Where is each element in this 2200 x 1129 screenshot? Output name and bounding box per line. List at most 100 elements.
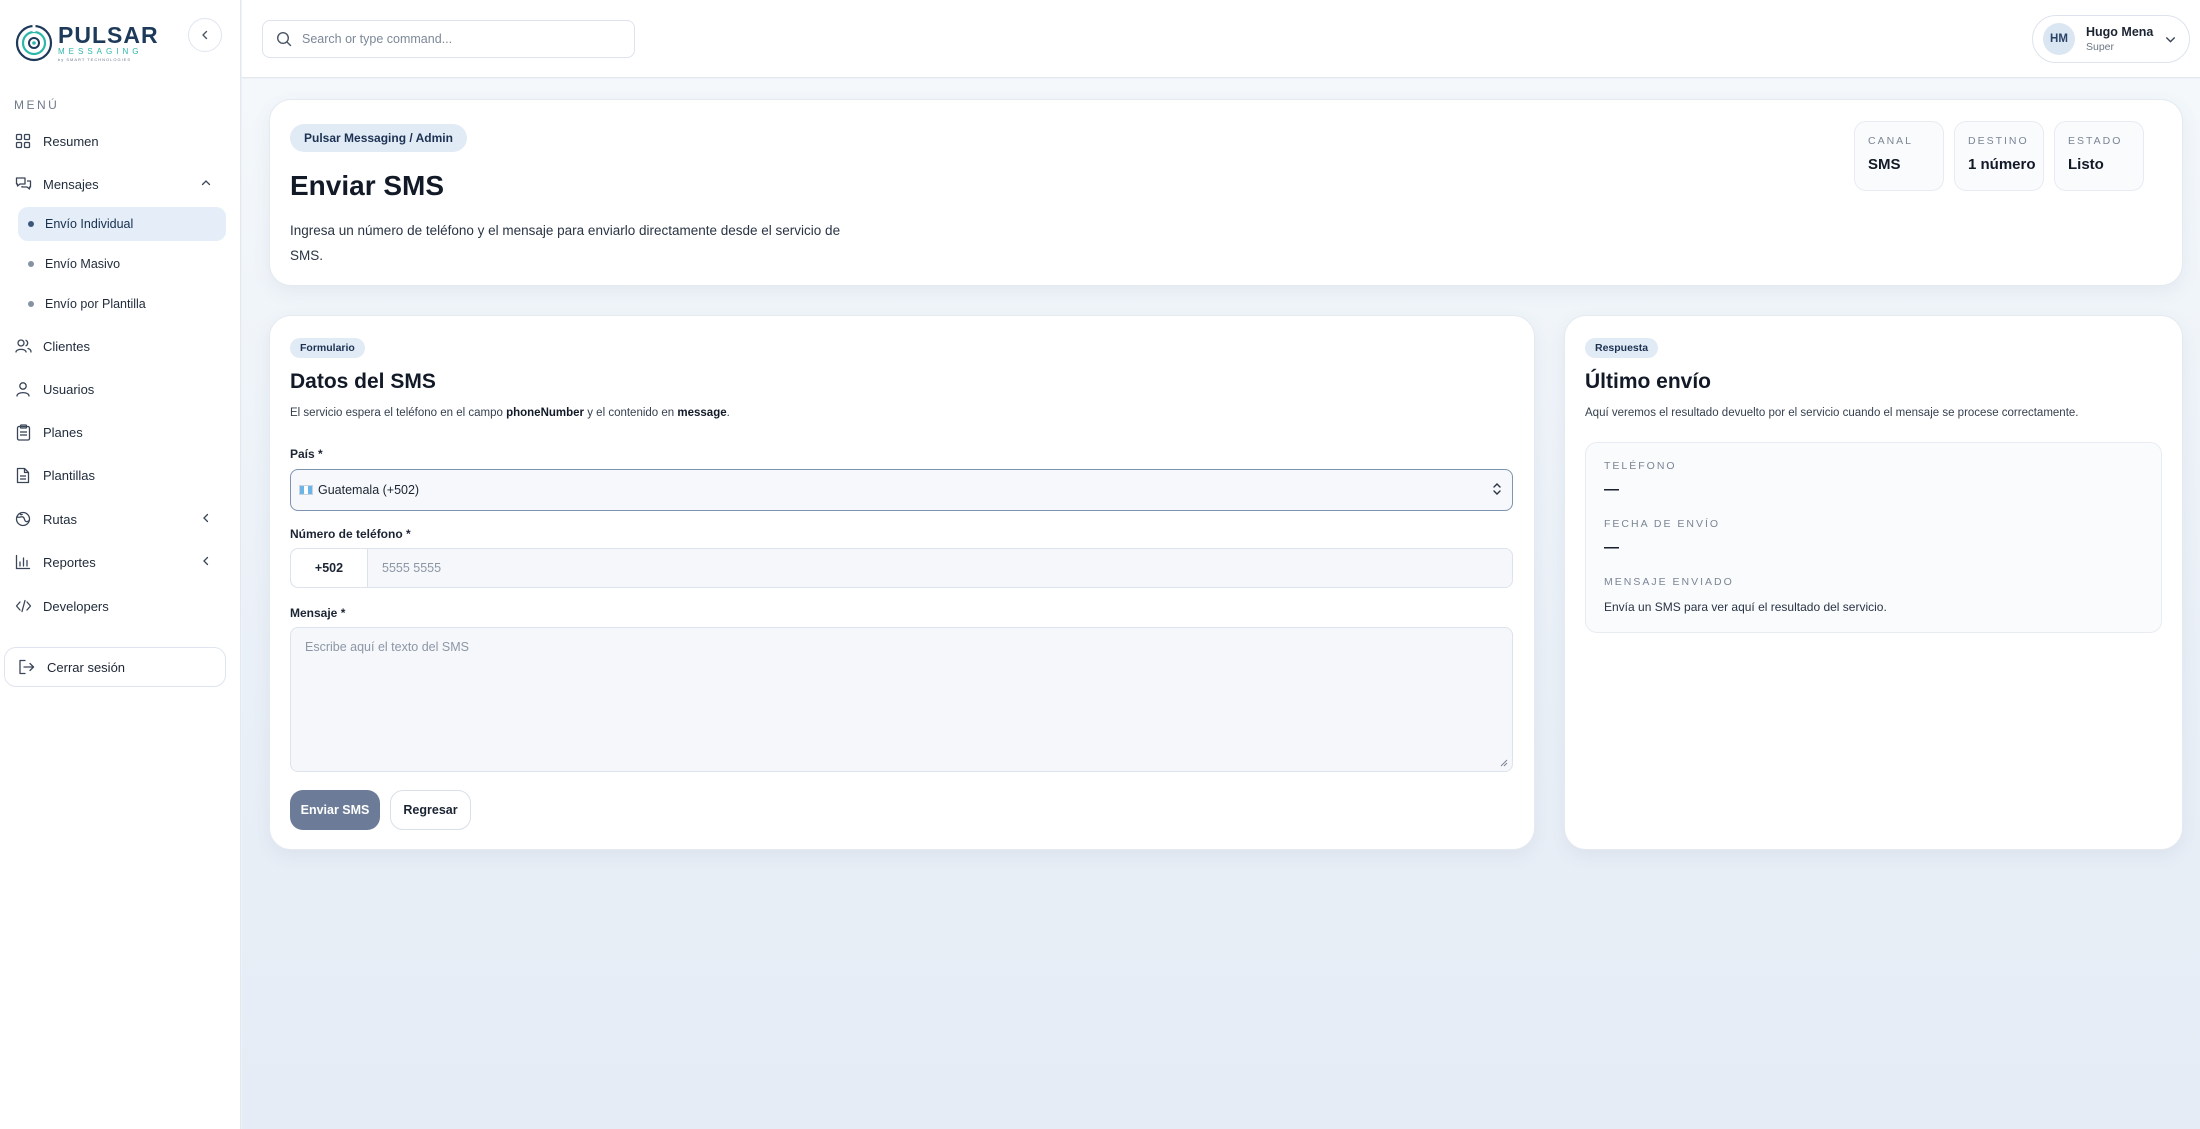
chevron-left-icon — [203, 513, 209, 523]
user-role: Super — [2086, 40, 2115, 53]
stat-estado: ESTADO Listo — [2054, 121, 2144, 191]
stat-destino: DESTINO 1 número — [1954, 121, 2044, 191]
collapse-sidebar-button[interactable] — [188, 18, 222, 52]
response-badge: Respuesta — [1585, 338, 1659, 358]
sidebar-subitem-label: Envío Masivo — [45, 257, 121, 271]
chevron-up-icon — [201, 180, 211, 186]
avatar: HM — [2043, 23, 2075, 55]
result-date-value: — — [1604, 539, 1619, 556]
sidebar-subitem-envio-masivo[interactable]: Envío Masivo — [18, 247, 226, 281]
back-button[interactable]: Regresar — [390, 790, 471, 830]
result-phone-label: TELÉFONO — [1604, 460, 1677, 472]
phone-label: Número de teléfono * — [290, 527, 411, 541]
response-card: Respuesta Último envío Aquí veremos el r… — [1564, 315, 2183, 850]
form-desc-suffix: . — [726, 407, 730, 419]
sidebar-item-planes[interactable]: Planes — [14, 417, 224, 447]
sms-form-card: Formulario Datos del SMS El servicio esp… — [269, 315, 1535, 850]
sidebar-item-mensajes[interactable]: Mensajes — [14, 169, 224, 199]
page-title: Enviar SMS — [290, 170, 445, 201]
sidebar-item-usuarios[interactable]: Usuarios — [14, 374, 224, 404]
sidebar-item-plantillas[interactable]: Plantillas — [14, 460, 224, 490]
send-sms-button[interactable]: Enviar SMS — [290, 790, 380, 830]
stat-value: SMS — [1868, 156, 1901, 173]
sidebar-item-label: Mensajes — [43, 176, 99, 192]
clipboard-icon — [14, 423, 32, 441]
result-message-label: MENSAJE ENVIADO — [1604, 576, 1734, 588]
form-desc-middle: y el contenido en — [587, 407, 675, 419]
bullet-icon — [28, 221, 34, 227]
message-label: Mensaje * — [290, 606, 346, 620]
resize-handle-icon[interactable] — [1500, 759, 1508, 767]
bullet-icon — [28, 301, 34, 307]
sidebar-subitem-envio-individual[interactable]: Envío Individual — [18, 207, 226, 241]
phone-input-group: +502 — [290, 548, 1513, 588]
users-icon — [14, 337, 32, 355]
sidebar-subitem-label: Envío por Plantilla — [45, 297, 146, 311]
search-input[interactable] — [302, 32, 602, 46]
main-content: Pulsar Messaging / Admin Enviar SMS Ingr… — [242, 79, 2200, 1129]
sidebar-item-developers[interactable]: Developers — [14, 591, 224, 621]
page-header-card: Pulsar Messaging / Admin Enviar SMS Ingr… — [269, 99, 2183, 286]
phone-prefix: +502 — [291, 549, 368, 587]
sidebar-item-clientes[interactable]: Clientes — [14, 331, 224, 361]
form-description: El servicio espera el teléfono en el cam… — [290, 407, 730, 419]
sidebar-item-label: Reportes — [43, 554, 96, 570]
sidebar: PULSAR MESSAGING by SMART TECHNOLOGIES M… — [0, 0, 241, 1129]
bar-chart-icon — [14, 553, 32, 571]
message-box — [290, 627, 1513, 772]
select-arrows-icon — [1493, 483, 1501, 495]
form-desc-prefix: El servicio espera el teléfono en el cam… — [290, 407, 503, 419]
sidebar-item-resumen[interactable]: Resumen — [14, 126, 224, 156]
country-selected-value: Guatemala (+502) — [318, 483, 420, 497]
sidebar-item-label: Resumen — [43, 133, 99, 149]
sidebar-subitem-envio-plantilla[interactable]: Envío por Plantilla — [18, 287, 226, 321]
guatemala-flag-icon — [299, 485, 313, 495]
sidebar-item-label: Clientes — [43, 338, 90, 354]
form-badge: Formulario — [290, 338, 365, 358]
user-name: Hugo Mena — [2086, 24, 2154, 39]
logout-label: Cerrar sesión — [47, 659, 126, 675]
grid-icon — [14, 132, 32, 150]
globe-icon — [14, 510, 32, 528]
field-name-message: message — [677, 407, 727, 419]
stat-value: 1 número — [1968, 156, 2036, 173]
user-icon — [14, 380, 32, 398]
chevron-left-icon — [202, 30, 208, 40]
result-phone-value: — — [1604, 481, 1619, 498]
sidebar-item-reportes[interactable]: Reportes — [14, 547, 224, 577]
bullet-icon — [28, 261, 34, 267]
country-label: País * — [290, 447, 323, 461]
user-menu-button[interactable]: HM Hugo Mena Super — [2032, 15, 2190, 63]
logout-button[interactable]: Cerrar sesión — [4, 647, 226, 687]
page-description: Ingresa un número de teléfono y el mensa… — [290, 223, 841, 263]
stat-value: Listo — [2068, 156, 2104, 173]
file-icon — [14, 466, 32, 484]
brand-logo[interactable]: PULSAR MESSAGING by SMART TECHNOLOGIES — [14, 22, 159, 64]
stat-label: CANAL — [1868, 135, 1914, 147]
sidebar-item-label: Usuarios — [43, 381, 95, 397]
chevron-left-icon — [203, 556, 209, 566]
result-panel: TELÉFONO — FECHA DE ENVÍO — MENSAJE ENVI… — [1585, 442, 2162, 633]
sidebar-item-label: Plantillas — [43, 467, 96, 483]
field-name-phone: phoneNumber — [506, 407, 585, 419]
sidebar-item-label: Planes — [43, 424, 83, 440]
search-icon — [276, 31, 292, 47]
stat-label: DESTINO — [1968, 135, 2029, 147]
brand-name: PULSAR — [58, 22, 159, 48]
result-message-value: Envía un SMS para ver aquí el resultado … — [1604, 600, 1887, 614]
message-textarea[interactable] — [291, 628, 1512, 771]
code-icon — [14, 597, 32, 615]
brand-tagline: by SMART TECHNOLOGIES — [58, 57, 132, 62]
search-box[interactable] — [262, 20, 635, 58]
country-select[interactable]: Guatemala (+502) — [290, 469, 1513, 511]
topbar: HM Hugo Mena Super — [242, 0, 2200, 78]
breadcrumb[interactable]: Pulsar Messaging / Admin — [290, 124, 467, 152]
response-title: Último envío — [1585, 370, 1712, 393]
sidebar-item-rutas[interactable]: Rutas — [14, 504, 224, 534]
sidebar-item-label: Rutas — [43, 511, 77, 527]
brand-subtitle: MESSAGING — [58, 47, 143, 56]
pulsar-logo-icon — [15, 24, 53, 62]
stat-canal: CANAL SMS — [1854, 121, 1944, 191]
phone-input[interactable] — [368, 549, 1512, 587]
sidebar-subitem-label: Envío Individual — [45, 217, 134, 231]
